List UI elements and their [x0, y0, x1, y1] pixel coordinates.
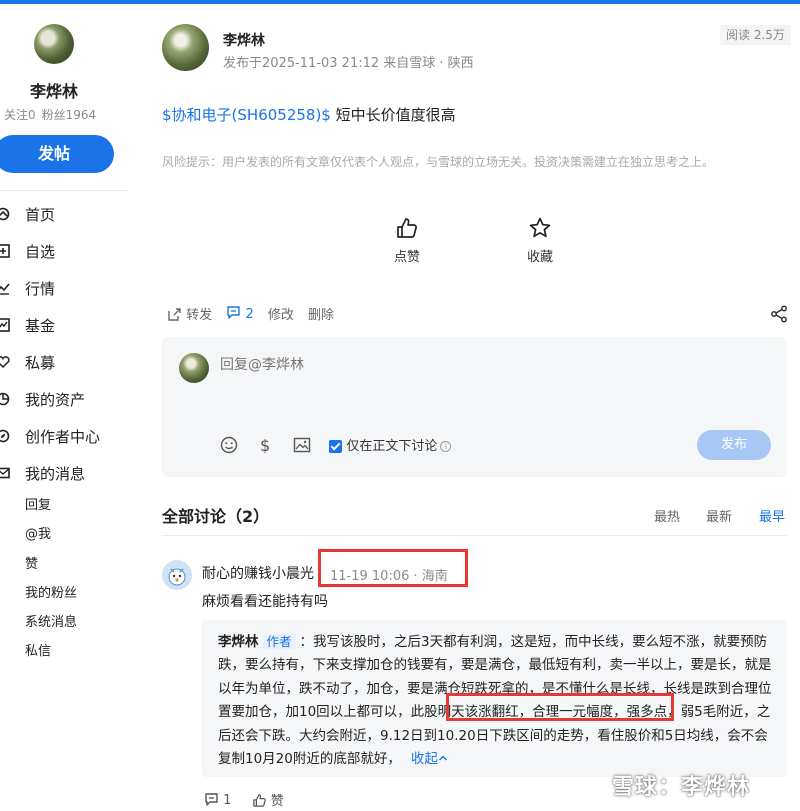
discussion-divider	[162, 535, 787, 536]
followers-count[interactable]: 粉丝1964	[42, 108, 97, 122]
subnav-mentions[interactable]: @我	[25, 524, 77, 553]
following-count[interactable]: 关注0	[4, 108, 36, 122]
heart-chart-icon	[0, 356, 10, 369]
reply-input[interactable]	[220, 357, 700, 373]
user-stats: 关注0 粉丝1964	[4, 106, 102, 123]
author-tag: 作者	[262, 634, 296, 649]
comment-reply-button[interactable]: 1	[204, 792, 231, 808]
reply-tools: $ 仅在正文下讨论 i	[220, 435, 452, 454]
repost-icon	[168, 308, 181, 321]
collapse-link[interactable]: 收起	[411, 751, 448, 767]
sort-newest[interactable]: 最新	[706, 506, 732, 525]
trend-icon	[0, 283, 10, 295]
subnav-likes[interactable]: 赞	[25, 554, 77, 583]
comment-text: 麻烦看看还能持有吗	[202, 594, 328, 610]
edit-button[interactable]: 修改	[268, 304, 294, 323]
pie-icon	[0, 392, 10, 406]
sort-hot[interactable]: 最热	[654, 506, 680, 525]
plus-box-icon	[0, 244, 10, 258]
cartoon-avatar-icon	[162, 560, 192, 590]
publish-button[interactable]: 发布	[697, 430, 771, 460]
image-icon[interactable]	[293, 436, 311, 454]
comment-count-button[interactable]: 2	[226, 305, 254, 322]
post-toolbar: 转发 2 修改 删除	[168, 304, 344, 323]
compass-icon	[0, 429, 10, 443]
commenter-avatar[interactable]	[162, 560, 192, 590]
watermark: 雪球：李烨林	[612, 775, 751, 800]
thumbs-up-icon	[397, 218, 417, 238]
sidebar: 李烨林 关注0 粉丝1964 发帖 首页 自选 行情 基金 私募 我的资产 创作…	[0, 4, 128, 811]
delete-button[interactable]: 删除	[308, 304, 334, 323]
reply-box: $ 仅在正文下讨论i 发布	[162, 337, 787, 477]
user-avatar[interactable]	[34, 24, 74, 64]
fund-chart-icon	[0, 318, 10, 332]
sidebar-divider	[0, 190, 128, 191]
comment-icon	[205, 792, 218, 806]
messages-subnav: 回复 @我 赞 我的粉丝 系统消息 私信	[25, 495, 77, 671]
thumbs-up-icon	[252, 794, 266, 807]
user-name[interactable]: 李烨林	[0, 78, 108, 102]
stock-link[interactable]: $协和电子(SH605258)$	[162, 106, 331, 124]
collect-label: 收藏	[526, 250, 553, 265]
svg-text:$: $	[260, 436, 270, 454]
commenter-name[interactable]: 耐心的赚钱小晨光	[202, 563, 314, 583]
mail-icon	[0, 467, 10, 479]
post-content: $协和电子(SH605258)$ 短中长价值度很高	[162, 104, 456, 125]
share-icon[interactable]	[770, 305, 788, 323]
author-avatar[interactable]	[162, 24, 209, 71]
highlight-box-time	[318, 549, 468, 587]
home-icon	[0, 207, 10, 221]
highlight-box-prediction	[446, 693, 674, 721]
reply-author-name[interactable]: 李烨林	[218, 634, 259, 650]
main-text-discussion-toggle[interactable]: 仅在正文下讨论 i	[329, 435, 452, 454]
subnav-my-fans[interactable]: 我的粉丝	[25, 583, 77, 612]
checkbox-checked[interactable]	[329, 440, 343, 453]
reply-avatar	[179, 353, 209, 383]
info-icon[interactable]: i	[440, 441, 452, 452]
like-label: 点赞	[393, 250, 420, 265]
comment-icon	[227, 306, 240, 319]
post-meta: 发布于2025-11-03 21:12 来自雪球 · 陕西	[223, 56, 474, 71]
star-icon	[529, 217, 551, 238]
chevron-up-icon	[438, 755, 447, 761]
emoji-icon[interactable]	[220, 436, 238, 454]
comment-footer: 1 赞	[204, 790, 300, 809]
subnav-private-messages[interactable]: 私信	[25, 641, 77, 670]
like-button[interactable]: 点赞	[377, 216, 437, 265]
repost-button[interactable]: 转发	[168, 304, 212, 323]
comment-like-button[interactable]: 赞	[252, 790, 284, 809]
subnav-replies[interactable]: 回复	[25, 495, 77, 524]
sort-oldest[interactable]: 最早	[759, 506, 785, 525]
dollar-icon[interactable]: $	[256, 436, 274, 454]
risk-notice: 风险提示：用户发表的所有文章仅代表个人观点，与雪球的立场无关。投资决策需建立在独…	[162, 155, 715, 169]
discussion-title: 全部讨论（2）	[162, 507, 270, 526]
collect-button[interactable]: 收藏	[510, 216, 570, 265]
new-post-button[interactable]: 发帖	[0, 135, 114, 173]
read-count-badge: 阅读 2.5万	[720, 25, 791, 45]
author-name[interactable]: 李烨林	[223, 30, 265, 50]
subnav-system-messages[interactable]: 系统消息	[25, 612, 77, 641]
post-text: 短中长价值度很高	[330, 106, 456, 124]
